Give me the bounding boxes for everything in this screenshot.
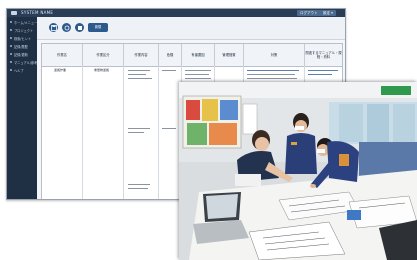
sidebar-item-history[interactable]: 記録/履歴 xyxy=(7,43,37,49)
app-logo-icon xyxy=(11,11,17,15)
help-icon xyxy=(10,69,12,71)
print-button[interactable] xyxy=(75,23,84,32)
column-header[interactable]: 作業内容 xyxy=(124,44,159,67)
table-cell[interactable]: 運搬作業 xyxy=(54,68,66,73)
office-scene-illustration xyxy=(179,82,417,260)
history-icon xyxy=(10,45,12,47)
refresh-icon xyxy=(64,25,69,30)
app-title: SYSTEM NAME xyxy=(21,10,54,15)
column-header[interactable]: 危険 xyxy=(159,44,182,67)
home-icon xyxy=(10,21,12,23)
sidebar-item-help[interactable]: ヘルプ xyxy=(7,67,37,73)
sidebar-item-label: ヘルプ xyxy=(14,68,24,73)
column-header[interactable]: 作業名 xyxy=(42,44,83,67)
grid-column xyxy=(42,66,83,199)
column-header[interactable]: 対策 xyxy=(244,44,305,67)
refresh-button[interactable] xyxy=(62,23,71,32)
new-button[interactable]: 新規 xyxy=(88,23,108,32)
sidebar-item-label: ホーム/メニュー xyxy=(14,20,38,25)
column-header[interactable]: 作業区分 xyxy=(83,44,124,67)
grid-column xyxy=(83,66,124,199)
sidebar-item-search[interactable]: 検索/ヒント xyxy=(7,35,37,41)
logout-button[interactable]: ログアウト xyxy=(297,10,321,16)
search-icon xyxy=(10,37,12,39)
table-cell[interactable]: 重量物運搬 xyxy=(94,68,109,73)
column-header[interactable]: 有害要因 xyxy=(182,44,215,67)
title-bar: SYSTEM NAME ログアウト 設定 ▾ xyxy=(7,9,345,17)
sidebar-item-label: 検索/ヒント xyxy=(14,36,32,41)
save-icon xyxy=(50,24,57,31)
workplace-photo xyxy=(179,82,417,260)
sidebar-item-home[interactable]: ホーム/メニュー xyxy=(7,19,37,25)
grid-column xyxy=(124,66,159,199)
sidebar-item-manual[interactable]: マニュアル/参考 xyxy=(7,59,37,65)
column-header[interactable]: 管理措置 xyxy=(215,44,244,67)
sidebar-item-label: 記録/履歴 xyxy=(14,44,28,49)
sidebar-item-label: マニュアル/参考 xyxy=(14,60,38,65)
print-icon xyxy=(77,25,82,30)
column-header[interactable]: 関連するマニュアル・規程・資料 xyxy=(305,44,342,67)
sidebar-item-update[interactable]: 記録/更新 xyxy=(7,51,37,57)
save-button[interactable] xyxy=(49,23,58,32)
sidebar-item-project[interactable]: プロジェクト xyxy=(7,27,37,33)
edit-icon xyxy=(10,53,12,55)
sidebar-item-label: 記録/更新 xyxy=(14,52,28,57)
book-icon xyxy=(10,61,12,63)
sidebar: ホーム/メニュー プロジェクト 検索/ヒント 記録/履歴 記録/更新 マニュアル… xyxy=(7,17,37,199)
folder-icon xyxy=(10,29,12,31)
toolbar: 新規 xyxy=(37,17,345,40)
sidebar-item-label: プロジェクト xyxy=(14,28,34,33)
settings-button[interactable]: 設定 ▾ xyxy=(320,10,336,16)
